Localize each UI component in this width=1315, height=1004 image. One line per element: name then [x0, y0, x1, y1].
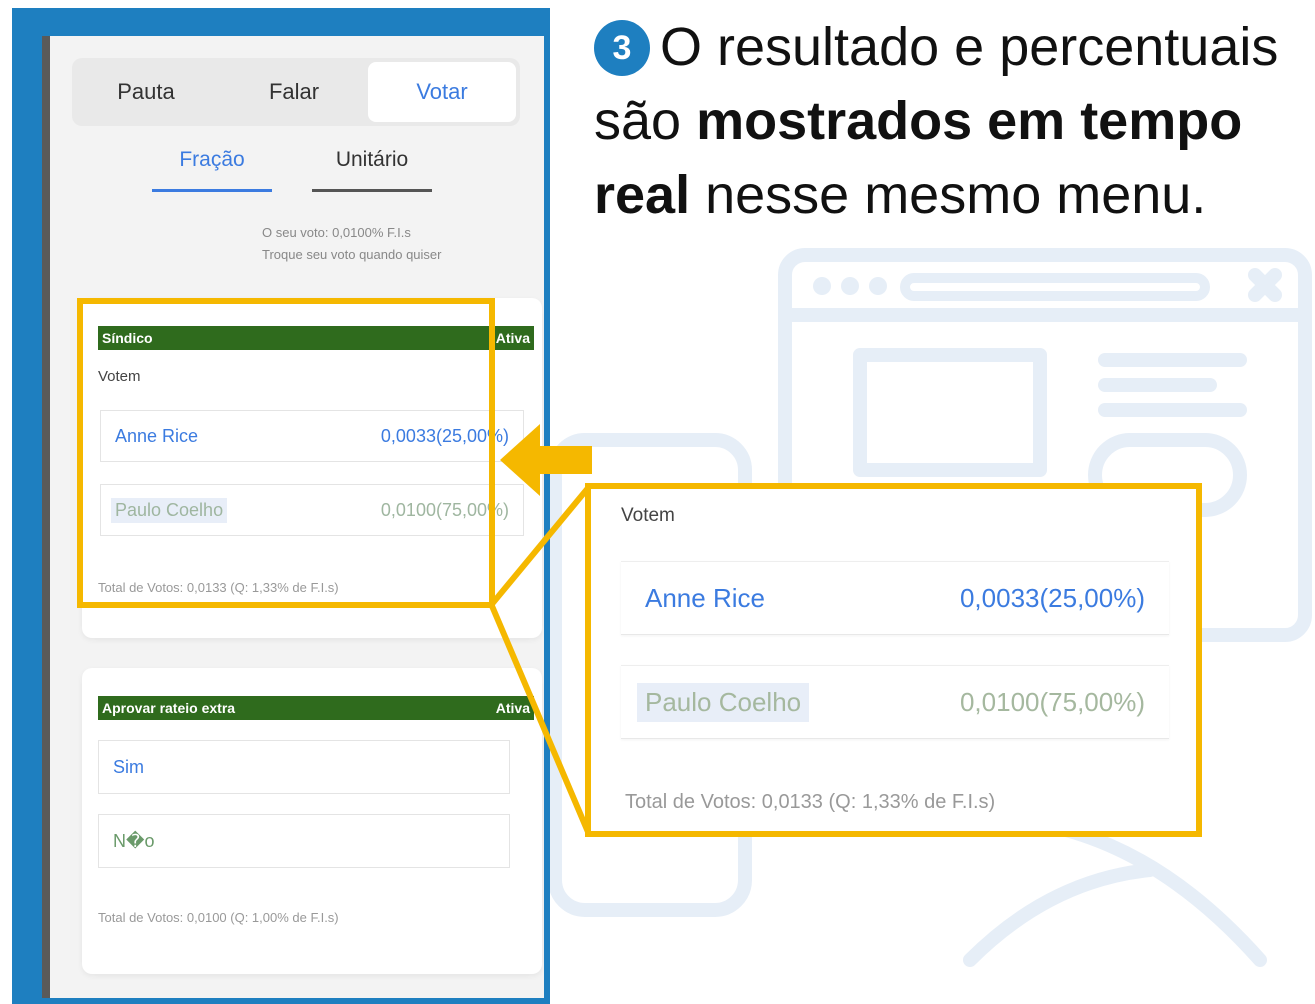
main-tabbar: Pauta Falar Votar: [72, 58, 520, 126]
poll-card-rateio: Aprovar rateio extra Ativa Sim N�o Total…: [82, 668, 542, 974]
zoom-box: Votem Anne Rice 0,0033(25,00%) Paulo Coe…: [585, 483, 1202, 837]
highlight-box: [77, 298, 495, 608]
poll-status: Ativa: [495, 330, 530, 346]
zoom-total: Total de Votos: 0,0133 (Q: 1,33% de F.I.…: [625, 791, 996, 813]
current-vote-text: O seu voto: 0,0100% F.I.s: [262, 225, 411, 240]
option-value: 0,0100(75,00%): [959, 686, 1145, 717]
option-name: N�o: [113, 830, 155, 851]
option-name: Paulo Coelho: [637, 682, 810, 722]
zoom-option-anne-rice: Anne Rice 0,0033(25,00%): [621, 561, 1169, 635]
vote-info: O seu voto: 0,0100% F.I.s Troque seu vot…: [262, 222, 532, 266]
zoom-option-paulo-coelho: Paulo Coelho 0,0100(75,00%): [621, 665, 1169, 739]
poll-status: Ativa: [495, 700, 530, 716]
option-nao[interactable]: N�o: [98, 814, 510, 868]
subtab-unitario[interactable]: Unitário: [312, 148, 432, 192]
poll-total: Total de Votos: 0,0100 (Q: 1,00% de F.I.…: [98, 910, 339, 925]
option-sim[interactable]: Sim: [98, 740, 510, 794]
option-name: Sim: [113, 756, 144, 777]
option-name: Anne Rice: [645, 582, 765, 613]
step-heading: 3O resultado e percentuais são mostrados…: [594, 10, 1294, 232]
change-vote-hint: Troque seu voto quando quiser: [262, 247, 442, 262]
option-value: 0,0033(25,00%): [959, 582, 1145, 613]
step-number-badge: 3: [594, 20, 650, 76]
tab-votar[interactable]: Votar: [368, 62, 516, 122]
tab-pauta[interactable]: Pauta: [72, 58, 220, 126]
poll-title: Aprovar rateio extra: [102, 700, 236, 716]
zoom-label: Votem: [621, 505, 675, 526]
poll-header: Aprovar rateio extra Ativa: [98, 696, 534, 720]
heading-text-2: nesse mesmo menu.: [690, 165, 1207, 225]
screen-edge: [42, 36, 50, 998]
vote-mode-tabs: Fração Unitário: [152, 148, 442, 192]
tab-falar[interactable]: Falar: [220, 58, 368, 126]
subtab-fracao[interactable]: Fração: [152, 148, 272, 192]
